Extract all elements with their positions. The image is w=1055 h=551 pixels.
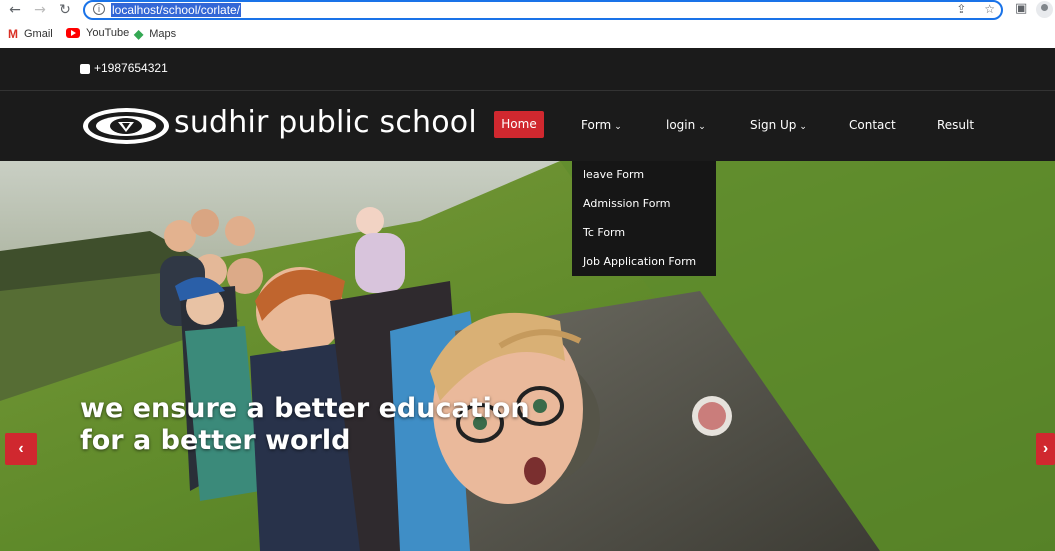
bookmarks-bar: M Gmail YouTube ◆ Maps [0,22,1055,48]
phone-icon [80,64,90,74]
nav-signup[interactable]: Sign Up ⌄ [750,118,807,132]
youtube-icon [66,28,80,38]
url-text[interactable]: localhost/school/corlate/ [111,3,242,17]
gmail-icon: M [8,27,18,41]
nav-contact[interactable]: Contact [849,118,896,132]
nav-label: login [666,118,696,132]
chevron-right-icon: › [1042,440,1049,457]
chevron-down-icon: ⌄ [698,122,706,132]
hero-image [0,161,1055,551]
hero-caption: we ensure a better education for a bette… [80,393,530,457]
nav-home[interactable]: Home [494,111,544,138]
dropdown-item-admission-form[interactable]: Admission Form [583,197,671,210]
hero-caption-line: we ensure a better education [80,393,530,424]
dropdown-item-tc-form[interactable]: Tc Form [583,226,625,239]
main-navbar: sudhir public school Home Form ⌄ login ⌄ S… [0,90,1055,161]
profile-avatar[interactable] [1036,1,1053,18]
dropdown-item-job-application-form[interactable]: Job Application Form [583,255,696,268]
bookmark-maps[interactable]: ◆ Maps [134,27,176,41]
nav-login[interactable]: login ⌄ [666,118,706,132]
address-bar[interactable]: i localhost/school/corlate/ ⇪ ☆ [83,0,1003,20]
hero-caption-line: for a better world [80,425,351,456]
nav-form[interactable]: Form ⌄ [581,118,622,132]
slider-prev-button[interactable]: ‹ [5,433,37,465]
bookmark-star-icon[interactable]: ☆ [984,2,995,16]
side-panel-icon[interactable]: ▣ [1015,1,1027,16]
slider-next-button[interactable]: › [1036,433,1055,465]
forward-icon[interactable]: → [31,1,49,19]
form-dropdown-menu: leave Form Admission Form Tc Form Job Ap… [572,161,716,276]
bookmark-label: Gmail [24,28,53,40]
dropdown-item-leave-form[interactable]: leave Form [583,168,644,181]
chevron-down-icon: ⌄ [614,122,622,132]
site-info-icon[interactable]: i [93,3,105,15]
bookmark-label: Maps [149,28,177,40]
share-icon[interactable]: ⇪ [956,2,966,16]
chevron-down-icon: ⌄ [799,122,807,132]
site-topbar: +1987654321 [0,48,1055,90]
bookmark-gmail[interactable]: M Gmail [8,27,53,41]
nav-label: Sign Up [750,118,797,132]
hero-slider: we ensure a better education for a bette… [0,161,1055,551]
bookmark-label: YouTube [86,27,130,39]
school-logo[interactable] [82,107,170,145]
maps-icon: ◆ [134,27,144,41]
back-icon[interactable]: ← [6,1,24,19]
browser-toolbar: ← → ↻ i localhost/school/corlate/ ⇪ ☆ ▣ [0,0,1055,22]
bookmark-youtube[interactable]: YouTube [66,27,129,39]
brand-name[interactable]: sudhir public school [174,105,477,140]
phone-number: +1987654321 [94,61,168,75]
chevron-left-icon: ‹ [18,440,24,457]
nav-result[interactable]: Result [937,118,974,132]
nav-label: Form [581,118,612,132]
reload-icon[interactable]: ↻ [56,1,74,19]
